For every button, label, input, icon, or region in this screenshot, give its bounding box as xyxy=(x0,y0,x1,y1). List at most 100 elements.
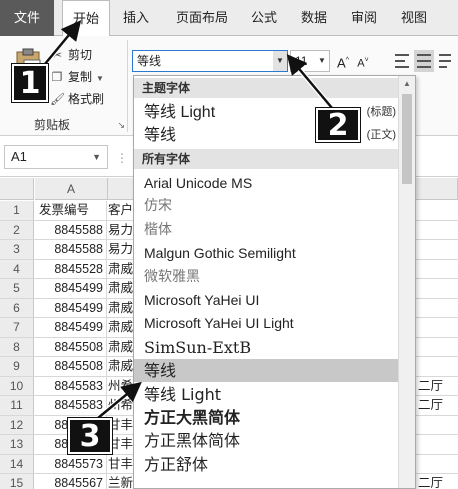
font-option[interactable]: 方正舒体 xyxy=(134,453,398,476)
cell-right[interactable] xyxy=(418,338,458,357)
cell-a[interactable]: 8845499 xyxy=(35,318,107,337)
tab-formulas[interactable]: 公式 xyxy=(244,0,284,36)
row-number[interactable]: 11 xyxy=(0,396,34,415)
row-number[interactable]: 14 xyxy=(0,454,34,473)
tab-view[interactable]: 视图 xyxy=(394,0,434,36)
font-option-tag: (正文) xyxy=(366,129,396,141)
callout-2: 2 xyxy=(316,108,360,142)
cell-a[interactable]: 8845508 xyxy=(35,357,107,376)
cell-a[interactable]: 8845528 xyxy=(35,259,107,278)
copy-icon: ❐ xyxy=(51,70,63,84)
row-number[interactable]: 7 xyxy=(0,318,34,337)
cell-right[interactable]: 二厅 xyxy=(418,377,458,396)
tab-file[interactable]: 文件 xyxy=(0,0,54,36)
cell-a[interactable]: 8845583 xyxy=(35,376,107,395)
cell-right[interactable] xyxy=(418,221,458,240)
cell-right[interactable]: 二厅 xyxy=(418,396,458,415)
cell-a[interactable]: 8845583 xyxy=(35,396,107,415)
cell-a[interactable]: 8845588 xyxy=(35,220,107,239)
theme-fonts-header: 主题字体 xyxy=(134,78,398,98)
font-option-label: 等线 Light xyxy=(144,104,216,121)
font-size-combobox[interactable]: 11 ▼ xyxy=(290,50,330,72)
cell-right[interactable] xyxy=(418,260,458,279)
align-top-button[interactable] xyxy=(392,50,412,72)
ribbon-tab-bar: 文件 开始 插入 页面布局 公式 数据 审阅 视图 xyxy=(0,0,458,37)
row-number[interactable]: 10 xyxy=(0,376,34,395)
row-number[interactable]: 13 xyxy=(0,435,34,454)
row-number[interactable]: 4 xyxy=(0,259,34,278)
select-all-corner[interactable] xyxy=(0,178,34,200)
row-number[interactable]: 5 xyxy=(0,279,34,298)
font-option-tag: (标题) xyxy=(366,106,396,118)
cell-right[interactable] xyxy=(418,435,458,454)
cell-right[interactable] xyxy=(418,279,458,298)
tab-page-layout[interactable]: 页面布局 xyxy=(168,0,236,36)
dropdown-scrollbar[interactable]: ▲ xyxy=(398,76,415,488)
decrease-font-size-button[interactable]: A˅ xyxy=(354,50,372,72)
font-option[interactable]: 等线 xyxy=(134,359,398,383)
row-number[interactable]: 15 xyxy=(0,474,34,489)
cell-right[interactable]: 二厅 xyxy=(418,474,458,489)
tab-data[interactable]: 数据 xyxy=(294,0,334,36)
all-fonts-header: 所有字体 xyxy=(134,149,398,169)
row-number[interactable]: 1 xyxy=(0,201,34,220)
font-option[interactable]: 等线 Light xyxy=(134,383,398,406)
cut-button[interactable]: ✂ 剪切 xyxy=(50,46,92,64)
cell-a[interactable]: 8845567 xyxy=(35,474,107,489)
align-middle-button[interactable] xyxy=(414,50,434,72)
font-option[interactable]: 楷体 xyxy=(134,219,398,242)
format-painter-button[interactable]: 🖌 格式刷 xyxy=(50,90,104,108)
font-name-value: 等线 xyxy=(137,54,162,68)
tab-review[interactable]: 审阅 xyxy=(344,0,384,36)
copy-label: 复制 xyxy=(68,70,93,84)
row-number[interactable]: 9 xyxy=(0,357,34,376)
dialog-launcher-icon[interactable]: ↘ xyxy=(117,120,125,131)
copy-button[interactable]: ❐ 复制 ▼ xyxy=(50,68,104,86)
cell-right[interactable] xyxy=(418,201,458,220)
font-option[interactable]: Malgun Gothic Semilight xyxy=(134,242,398,265)
increase-font-size-button[interactable]: A^ xyxy=(334,50,352,72)
column-header-a[interactable]: A xyxy=(35,178,108,200)
font-option[interactable]: 方正大黑简体 xyxy=(134,406,398,429)
cell-a[interactable]: 8845499 xyxy=(35,279,107,298)
cell-a[interactable]: 8845573 xyxy=(35,454,107,473)
row-number[interactable]: 2 xyxy=(0,220,34,239)
font-option[interactable]: 方正黑体简体 xyxy=(134,429,398,452)
row-number[interactable]: 6 xyxy=(0,298,34,317)
name-box-value: A1 xyxy=(11,149,27,164)
chevron-down-icon[interactable]: ▼ xyxy=(315,51,329,71)
name-box[interactable]: A1 ▼ xyxy=(4,145,108,169)
font-dropdown-list[interactable]: 主题字体 等线 Light (标题) 等线 (正文) 所有字体 Arial Un… xyxy=(133,75,416,489)
tab-insert[interactable]: 插入 xyxy=(116,0,156,36)
cell-right[interactable] xyxy=(418,299,458,318)
cell-right[interactable] xyxy=(418,318,458,337)
align-bottom-button[interactable] xyxy=(436,50,454,72)
tab-home[interactable]: 开始 xyxy=(62,0,110,37)
chevron-down-icon[interactable]: ▼ xyxy=(92,146,101,168)
row-number[interactable]: 8 xyxy=(0,337,34,356)
scrollbar-thumb[interactable] xyxy=(402,94,412,184)
font-option[interactable]: Microsoft YaHei UI Light xyxy=(134,312,398,335)
cell-right[interactable] xyxy=(418,416,458,435)
font-option[interactable]: Arial Unicode MS xyxy=(134,172,398,195)
font-option-label: 等线 xyxy=(144,127,177,144)
scroll-up-icon[interactable]: ▲ xyxy=(399,76,415,92)
font-name-combobox[interactable]: 等线 ▼ xyxy=(132,50,288,72)
row-number[interactable]: 3 xyxy=(0,240,34,259)
cell-right[interactable] xyxy=(418,240,458,259)
format-painter-label: 格式刷 xyxy=(68,92,105,106)
callout-1: 1 xyxy=(12,64,48,102)
cell-a[interactable]: 8845508 xyxy=(35,337,107,356)
font-option[interactable]: 微软雅黑 xyxy=(134,266,398,289)
font-option[interactable]: 仿宋 xyxy=(134,195,398,218)
cell-right[interactable] xyxy=(418,455,458,474)
row-number[interactable]: 12 xyxy=(0,415,34,434)
cell-right[interactable] xyxy=(418,357,458,376)
font-option[interactable]: SimSun-ExtB xyxy=(134,336,398,359)
font-option[interactable]: Microsoft YaHei UI xyxy=(134,289,398,312)
cell-a[interactable]: 8845499 xyxy=(35,298,107,317)
chevron-down-icon[interactable]: ▼ xyxy=(273,51,287,71)
cell-a[interactable]: 发票编号 xyxy=(35,201,107,220)
cell-a[interactable]: 8845588 xyxy=(35,240,107,259)
font-size-value: 11 xyxy=(295,54,308,68)
